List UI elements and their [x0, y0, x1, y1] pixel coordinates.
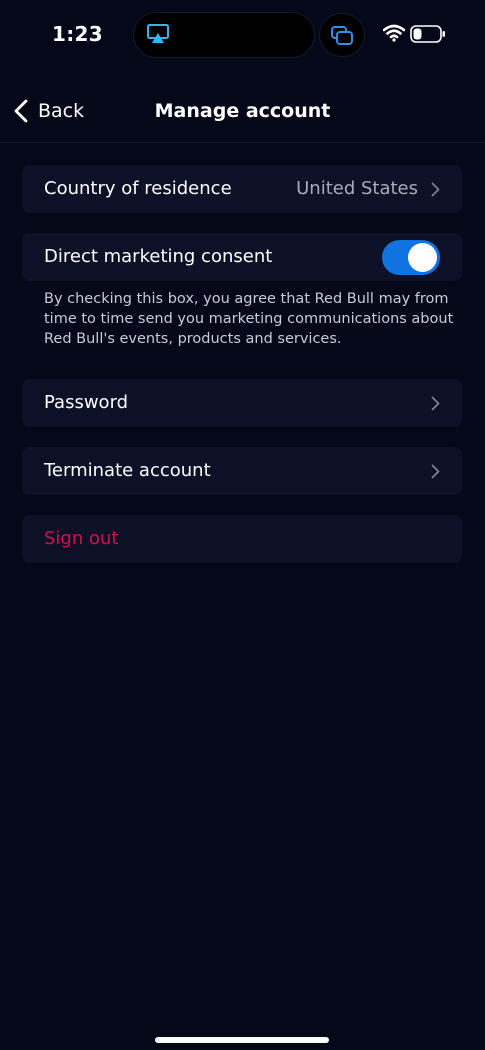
wifi-icon [383, 24, 405, 42]
battery-icon [410, 25, 445, 43]
password-label: Password [44, 392, 129, 413]
country-value: United States [296, 178, 418, 199]
toggle-knob [408, 243, 437, 272]
screen-mirror-icon [331, 26, 353, 45]
navigation-bar: Back Manage account [0, 88, 485, 134]
sign-out-button[interactable]: Sign out [22, 515, 462, 563]
chevron-right-icon [431, 396, 440, 411]
airplay-icon [147, 24, 169, 43]
country-of-residence-row[interactable]: Country of residence United States [22, 165, 462, 213]
status-bar: 1:23 [0, 0, 485, 70]
country-label: Country of residence [44, 178, 232, 199]
screen-mirroring-indicator [320, 14, 364, 56]
home-indicator[interactable] [155, 1037, 329, 1043]
status-time: 1:23 [52, 22, 103, 46]
marketing-consent-toggle[interactable] [382, 240, 440, 275]
marketing-consent-label: Direct marketing consent [44, 246, 273, 267]
chevron-right-icon [431, 464, 440, 479]
page-title: Manage account [154, 100, 331, 122]
terminate-account-label: Terminate account [44, 460, 211, 481]
nav-divider [0, 142, 485, 143]
password-row[interactable]: Password [22, 379, 462, 427]
terminate-account-row[interactable]: Terminate account [22, 447, 462, 495]
marketing-consent-description: By checking this box, you agree that Red… [44, 291, 454, 347]
sign-out-label: Sign out [44, 528, 119, 549]
direct-marketing-consent-row: Direct marketing consent [22, 233, 462, 281]
dynamic-island [134, 13, 314, 57]
chevron-right-icon [431, 182, 440, 197]
